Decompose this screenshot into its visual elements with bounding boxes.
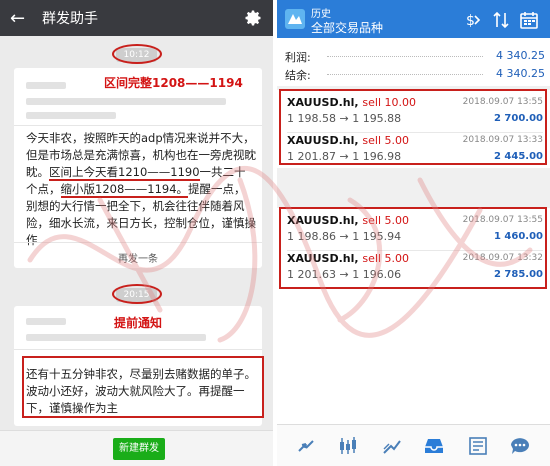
chat-panel: ← 群发助手 10:12 区间完整1208——1194 今天非农，按照昨天的ad… xyxy=(0,0,273,466)
highlight-ring xyxy=(111,44,162,64)
trade-icon[interactable] xyxy=(381,435,403,457)
summary-balance-row: 结余: 4 340.25 xyxy=(285,64,545,84)
mt4-logo-icon xyxy=(285,9,305,29)
profit-label: 利润: xyxy=(285,51,311,64)
resend-link[interactable]: 再发一条 xyxy=(14,242,262,268)
balance-value: 4 340.25 xyxy=(496,67,545,80)
highlight-range: 区间上今天看1210——1190 xyxy=(49,165,200,181)
back-arrow-icon[interactable]: ← xyxy=(10,8,32,29)
quotes-icon[interactable] xyxy=(295,435,317,457)
highlight-box xyxy=(279,207,547,289)
highlight-box xyxy=(279,89,547,165)
highlight-range-narrow: 缩小版1208——1194。 xyxy=(60,182,189,198)
chart-icon[interactable] xyxy=(337,435,359,457)
svg-text:$: $ xyxy=(466,13,475,29)
new-broadcast-button[interactable]: 新建群发 xyxy=(113,438,165,460)
history-title-main[interactable]: 全部交易品种 xyxy=(311,19,383,36)
divider xyxy=(277,168,550,208)
blurred-text xyxy=(26,82,66,89)
blurred-text xyxy=(26,98,226,105)
notice-title: 提前通知 xyxy=(114,316,163,330)
chat-icon[interactable] xyxy=(509,435,531,457)
history-title-small: 历史 xyxy=(311,9,331,20)
card-recipients: 提前通知 xyxy=(14,306,262,350)
summary-profit-row: 利润: 4 340.25 xyxy=(285,46,545,66)
sort-icon[interactable] xyxy=(491,10,511,30)
highlight-ring xyxy=(111,284,162,304)
news-icon[interactable] xyxy=(467,435,489,457)
blurred-text xyxy=(26,318,66,325)
range-title: 区间完整1208——1194 xyxy=(104,76,243,90)
chat-header: ← 群发助手 xyxy=(0,0,273,36)
chat-title: 群发助手 xyxy=(42,11,98,27)
history-icon[interactable] xyxy=(423,435,445,457)
blurred-text xyxy=(26,112,116,119)
bottom-bar: 新建群发 xyxy=(0,430,273,466)
profit-value: 4 340.25 xyxy=(496,49,545,62)
balance-label: 结余: xyxy=(285,69,311,82)
dotted-leader xyxy=(327,56,483,57)
currency-filter-icon[interactable]: $ xyxy=(463,10,483,30)
history-panel: 历史 全部交易品种 $ 利润: 4 340.25 结余: 4 340.25 XA… xyxy=(277,0,550,466)
gear-icon[interactable] xyxy=(243,8,263,28)
message-text: 今天非农，按照昨天的adp情况来说并不大，但是市场总是充满惊喜，机构也在一旁虎视… xyxy=(26,130,256,249)
calendar-icon[interactable] xyxy=(519,10,539,30)
message-card: 区间完整1208——1194 今天非农，按照昨天的adp情况来说并不大，但是市场… xyxy=(14,68,262,268)
history-header: 历史 全部交易品种 $ xyxy=(277,0,550,38)
highlight-box xyxy=(22,356,264,418)
blurred-text xyxy=(26,334,206,341)
bottom-nav xyxy=(277,424,550,466)
dotted-leader xyxy=(327,74,483,75)
card-recipients: 区间完整1208——1194 xyxy=(14,68,262,126)
